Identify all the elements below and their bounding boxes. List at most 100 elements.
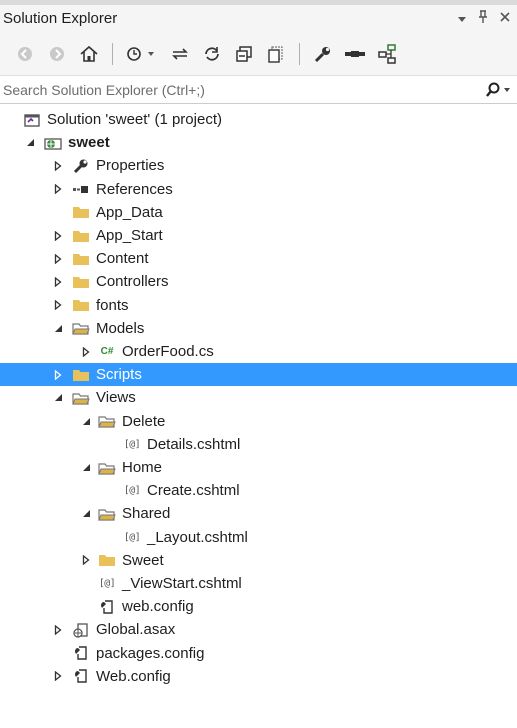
expanded-arrow-icon[interactable] [52,386,64,409]
tree-item-create-cshtml[interactable]: [@] Create.cshtml [0,479,517,502]
folder-icon [71,224,91,247]
tree-item-web-config[interactable]: web.config [0,595,517,618]
tree-item-label: Web.config [96,667,171,685]
tree-item-label: Scripts [96,366,142,384]
tree-item-solution-sweet-1-project[interactable]: Solution 'sweet' (1 project) [0,108,517,131]
folder-open-icon [71,386,91,409]
tree-item-label: Models [96,319,145,337]
collapsed-arrow-icon[interactable] [80,549,92,572]
close-icon[interactable] [499,11,511,26]
csharp-file-icon: C# [100,346,114,357]
tree-item-global-asax[interactable]: Global.asax [0,618,517,641]
view-class-diagram-icon[interactable] [376,43,398,65]
collapsed-arrow-icon[interactable] [80,340,92,363]
tree-item-sweet[interactable]: Sweet [0,549,517,572]
search-options-icon[interactable] [503,87,511,93]
solution-icon [22,108,42,131]
tree-item-web-config[interactable]: Web.config [0,665,517,688]
tree-item-views[interactable]: Views [0,386,517,409]
folder-icon [71,363,91,386]
search-icon[interactable] [485,82,511,98]
collapse-all-icon[interactable] [233,43,255,65]
tree-item-label: web.config [122,598,194,616]
folder-open-icon [71,317,91,340]
web-project-icon [43,131,63,154]
tree-item-label: References [96,180,173,198]
panel-title: Solution Explorer [3,10,118,27]
collapsed-arrow-icon[interactable] [52,665,64,688]
tree-item-shared[interactable]: Shared [0,502,517,525]
collapsed-arrow-icon[interactable] [52,363,64,386]
tree-item-app-start[interactable]: App_Start [0,224,517,247]
solution-explorer-panel: Solution Explorer Search Solution Explor… [0,0,517,728]
search-input[interactable]: Search Solution Explorer (Ctrl+;) [3,82,205,98]
razor-file-icon: [@] [123,485,141,497]
folder-open-icon [97,456,117,479]
back-icon[interactable] [14,43,36,65]
collapsed-arrow-icon[interactable] [52,178,64,201]
tree-item-label: Home [122,459,163,476]
tree-item-fonts[interactable]: fonts [0,294,517,317]
tree-item-label: _Layout.cshtml [147,528,248,546]
toolbar-separator [299,42,300,65]
tree-item-delete[interactable]: Delete [0,410,517,433]
tree-item-properties[interactable]: Properties [0,154,517,177]
folder-icon [71,294,91,317]
tree-item-label: Properties [96,157,165,175]
title-bar: Solution Explorer [0,0,517,32]
tree-item-scripts[interactable]: Scripts [0,363,517,387]
tree-item-viewstart-cshtml[interactable]: [@] _ViewStart.cshtml [0,572,517,595]
forward-icon[interactable] [46,43,68,65]
collapsed-arrow-icon[interactable] [52,294,64,317]
config-file-icon [71,642,91,665]
razor-file-icon: [@] [98,578,116,589]
pin-icon[interactable] [477,10,489,27]
tree-item-label: _ViewStart.cshtml [122,575,242,592]
razor-file-icon: [@] [123,438,141,450]
tree-item-label: Create.cshtml [147,482,240,500]
folder-open-icon [97,502,117,525]
tree-item-details-cshtml[interactable]: [@] Details.cshtml [0,433,517,456]
tree-item-controllers[interactable]: Controllers [0,270,517,293]
tree-item-label: Global.asax [96,621,176,639]
tree-item-label: App_Data [96,203,163,221]
history-icon[interactable] [125,43,159,65]
search-box[interactable]: Search Solution Explorer (Ctrl+;) [0,76,517,104]
collapsed-arrow-icon[interactable] [52,224,64,247]
tree-item-models[interactable]: Models [0,317,517,340]
expanded-arrow-icon[interactable] [80,502,92,525]
expanded-arrow-icon[interactable] [80,410,92,433]
tree-item-label: Solution 'sweet' (1 project) [47,111,222,128]
collapsed-arrow-icon[interactable] [52,247,64,270]
collapsed-arrow-icon[interactable] [52,154,64,177]
toolbar [0,32,517,76]
tree-item-label: Content [96,250,149,268]
collapsed-arrow-icon[interactable] [52,270,64,293]
tree-item-label: sweet [68,134,110,152]
tree-item-references[interactable]: References [0,178,517,201]
collapsed-arrow-icon[interactable] [52,618,64,641]
window-controls [457,10,517,27]
tree-item-label: Delete [122,412,166,430]
sync-icon[interactable] [169,43,191,65]
tree-item-content[interactable]: Content [0,247,517,270]
tree-item-layout-cshtml[interactable]: [@] _Layout.cshtml [0,526,517,549]
tree-item-packages-config[interactable]: packages.config [0,642,517,665]
config-file-icon [71,665,91,688]
refresh-icon[interactable] [201,43,223,65]
show-all-files-icon[interactable] [265,43,287,65]
expanded-arrow-icon[interactable] [24,131,36,154]
tree-item-app-data[interactable]: App_Data [0,201,517,224]
dropdown-icon[interactable] [457,11,467,26]
folder-icon [71,247,91,270]
razor-file-icon: [@] [123,531,141,543]
tree-item-sweet[interactable]: sweet [0,131,517,154]
preview-icon[interactable] [344,43,366,65]
expanded-arrow-icon[interactable] [80,456,92,479]
folder-icon [71,201,91,224]
tree-item-home[interactable]: Home [0,456,517,479]
home-icon[interactable] [78,43,100,65]
expanded-arrow-icon[interactable] [52,317,64,340]
tree-item-orderfood-cs[interactable]: C# OrderFood.cs [0,340,517,363]
properties-icon[interactable] [312,43,334,65]
